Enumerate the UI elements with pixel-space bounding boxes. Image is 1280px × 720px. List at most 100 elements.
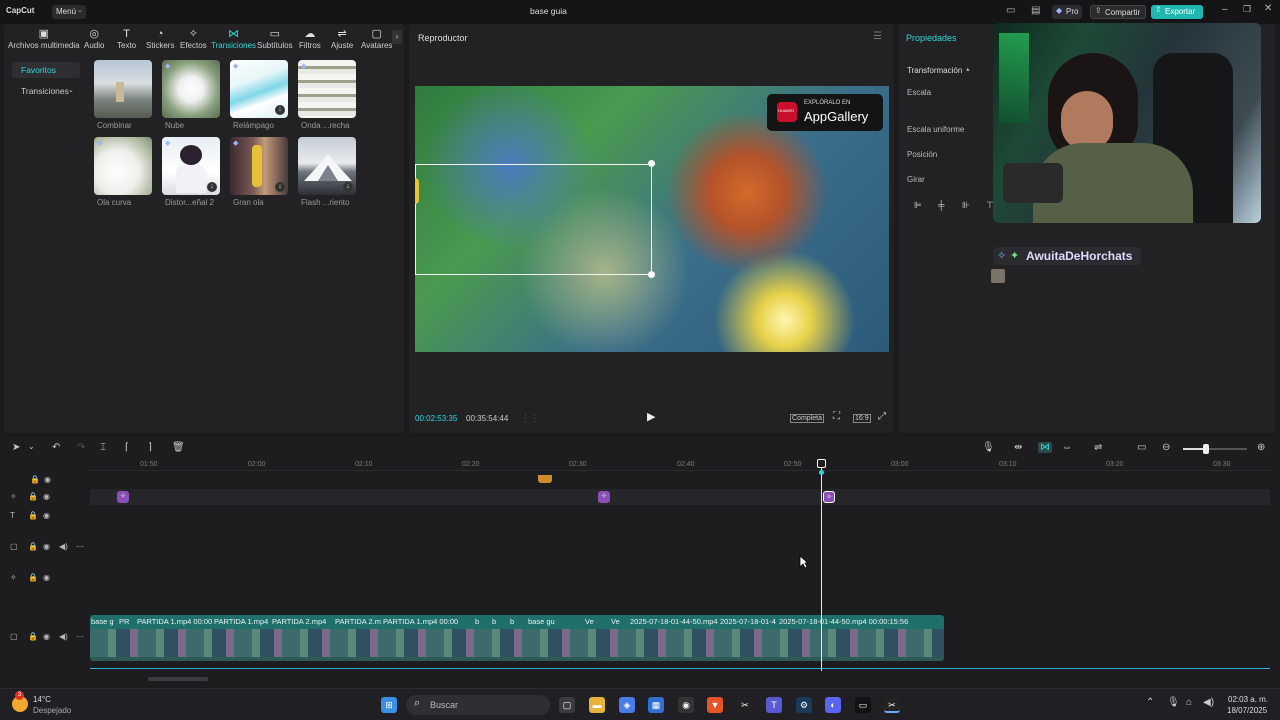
speaker-icon[interactable]: ◀) bbox=[59, 632, 68, 641]
lock-icon[interactable]: 🔒 bbox=[30, 475, 40, 484]
file-explorer-icon[interactable]: ▬ bbox=[589, 697, 605, 713]
search-bar[interactable]: ⌕ Buscar bbox=[406, 695, 550, 715]
undo-icon[interactable]: ↶ bbox=[52, 442, 60, 453]
eye-icon[interactable]: ◉ bbox=[43, 632, 50, 641]
playhead-handle[interactable] bbox=[817, 459, 826, 468]
quality-button[interactable]: Completa bbox=[790, 414, 824, 423]
selection-box[interactable] bbox=[415, 164, 652, 275]
close-icon[interactable]: ✕ bbox=[1264, 3, 1272, 14]
zoom-slider-thumb[interactable] bbox=[1203, 444, 1209, 454]
effects-track[interactable] bbox=[90, 489, 1270, 505]
magnet-icon[interactable]: ⋈ bbox=[1038, 442, 1052, 453]
sidebar-item-favorites[interactable]: Favoritos bbox=[12, 62, 80, 78]
effect-marker[interactable]: ✧ bbox=[117, 491, 129, 503]
lock-icon[interactable]: 🔒 bbox=[28, 632, 38, 641]
network-icon[interactable]: ⌂ bbox=[1186, 697, 1192, 708]
sidebar-item-transitions[interactable]: Transiciones ⌄ bbox=[12, 83, 80, 99]
transition-thumb-nube[interactable]: ◆ bbox=[162, 60, 220, 118]
tool-adjust[interactable]: ⇌ Ajuste bbox=[331, 27, 353, 50]
tool-avatars[interactable]: ▢ Avatares bbox=[361, 27, 392, 50]
tool-filters[interactable]: ☁ Filtros bbox=[299, 27, 321, 50]
download-icon[interactable]: ↓ bbox=[343, 182, 353, 192]
menu-icon[interactable]: ☰ bbox=[873, 31, 882, 42]
lock-icon[interactable]: 🔒 bbox=[28, 492, 38, 501]
delete-icon[interactable]: 🗑 bbox=[172, 442, 185, 453]
align-left-icon[interactable]: ⊫ bbox=[914, 200, 922, 211]
transition-thumb-gran-ola[interactable]: ◆ ↓ bbox=[230, 137, 288, 195]
shortcut-icon[interactable]: ▤ bbox=[1031, 5, 1040, 16]
teams-icon[interactable]: T bbox=[766, 697, 782, 713]
brave-icon[interactable]: ▼ bbox=[707, 697, 723, 713]
menu-button[interactable]: Menú ⌄ bbox=[52, 5, 86, 19]
transition-thumb-distorsion[interactable]: ◆ ↓ bbox=[162, 137, 220, 195]
audio-split-icon[interactable]: ⇌ bbox=[1094, 442, 1102, 453]
tool-effects[interactable]: ✧ Efectos bbox=[180, 27, 207, 50]
store-icon[interactable]: ▦ bbox=[648, 697, 664, 713]
download-icon[interactable]: ↓ bbox=[275, 105, 285, 115]
align-right-icon[interactable]: ⊪ bbox=[962, 200, 970, 211]
layout-icon[interactable]: ▭ bbox=[1006, 5, 1015, 16]
transition-thumb-flash[interactable]: ↓ bbox=[298, 137, 356, 195]
download-icon[interactable]: ↓ bbox=[207, 182, 217, 192]
tool-transitions[interactable]: ⋈ Transiciones bbox=[211, 27, 256, 50]
effect-marker-selected[interactable]: ✧ bbox=[823, 491, 835, 503]
effect-marker[interactable]: ✧ bbox=[598, 491, 610, 503]
eye-icon[interactable]: ◉ bbox=[43, 511, 50, 520]
trim-right-icon[interactable]: ⌉ bbox=[148, 442, 152, 453]
eye-icon[interactable]: ◉ bbox=[43, 492, 50, 501]
preview-axis-icon[interactable]: ⇔ bbox=[1062, 442, 1072, 453]
select-tool-icon[interactable]: ➤ bbox=[12, 442, 20, 453]
ratio-button[interactable]: 16:9 bbox=[853, 414, 871, 423]
eye-icon[interactable]: ◉ bbox=[43, 542, 50, 551]
resize-handle[interactable] bbox=[648, 271, 655, 278]
align-center-icon[interactable]: ╪ bbox=[938, 200, 944, 210]
split-icon[interactable]: ⌶ bbox=[100, 442, 106, 453]
chevron-up-icon[interactable]: ⌃ bbox=[1146, 697, 1154, 708]
zoom-slider[interactable] bbox=[1183, 444, 1247, 454]
download-icon[interactable]: ↓ bbox=[275, 182, 285, 192]
more-icon[interactable]: ⋯ bbox=[76, 542, 84, 551]
steam-icon[interactable]: ⚙ bbox=[796, 697, 812, 713]
clock-date[interactable]: 18/07/2025 bbox=[1227, 706, 1267, 715]
lock-icon[interactable]: 🔒 bbox=[28, 511, 38, 520]
clock-time[interactable]: 02:03 a. m. bbox=[1228, 695, 1268, 704]
export-button[interactable]: ⇧ Exportar bbox=[1151, 5, 1203, 19]
task-view-icon[interactable]: ▢ bbox=[559, 697, 575, 713]
eye-icon[interactable]: ◉ bbox=[44, 475, 51, 484]
transform-label[interactable]: Transformación bbox=[907, 66, 962, 75]
tool-subtitles[interactable]: ▭ Subtítulos bbox=[257, 27, 293, 50]
volume-icon[interactable]: ◀) bbox=[1203, 697, 1214, 708]
trim-left-icon[interactable]: ⌈ bbox=[125, 442, 129, 453]
tool-stickers[interactable]: ◔ Stickers bbox=[146, 27, 174, 50]
capcut-active-icon[interactable]: ✂ bbox=[884, 697, 900, 713]
mic-icon[interactable]: 🎙 bbox=[982, 442, 995, 453]
chevron-down-icon[interactable]: ⌄ bbox=[28, 442, 35, 451]
tool-audio[interactable]: ◎ Audio bbox=[84, 27, 104, 50]
playhead[interactable] bbox=[821, 461, 822, 671]
play-icon[interactable]: ▶ bbox=[647, 410, 655, 423]
timeline-icon[interactable]: ⋮⋮ bbox=[521, 413, 539, 424]
discord-icon[interactable]: ◐ bbox=[825, 697, 841, 713]
transition-thumb-ola-curva[interactable]: ◆ bbox=[94, 137, 152, 195]
maximize-icon[interactable]: ❐ bbox=[1243, 4, 1251, 15]
eye-icon[interactable]: ◉ bbox=[43, 573, 50, 582]
caption-icon[interactable]: ▭ bbox=[1137, 442, 1146, 453]
speaker-icon[interactable]: ◀) bbox=[59, 542, 68, 551]
terminal-icon[interactable]: ▭ bbox=[855, 697, 871, 713]
pro-button[interactable]: ◆ Pro bbox=[1052, 5, 1082, 19]
redo-icon[interactable]: ↷ bbox=[77, 442, 85, 453]
lock-icon[interactable]: 🔒 bbox=[28, 542, 38, 551]
copilot-icon[interactable]: ◈ bbox=[619, 697, 635, 713]
chrome-icon[interactable]: ◉ bbox=[678, 697, 694, 713]
zoom-in-icon[interactable]: ⊕ bbox=[1257, 442, 1265, 453]
transition-thumb-onda[interactable]: ◆ bbox=[298, 60, 356, 118]
screenshot-icon[interactable]: ⛶ bbox=[833, 411, 840, 422]
fullscreen-icon[interactable]: ⤢ bbox=[878, 411, 886, 422]
more-icon[interactable]: ⋯ bbox=[76, 632, 84, 641]
link-icon[interactable]: ⇹ bbox=[1014, 442, 1022, 453]
tool-text[interactable]: T Texto bbox=[117, 27, 136, 50]
lock-icon[interactable]: 🔒 bbox=[28, 573, 38, 582]
video-preview[interactable]: HUAWEI EXPLÓRALO EN AppGallery bbox=[415, 86, 889, 352]
share-button[interactable]: ⇪ Compartir bbox=[1090, 5, 1146, 19]
timeline-scrollbar[interactable] bbox=[148, 677, 208, 681]
